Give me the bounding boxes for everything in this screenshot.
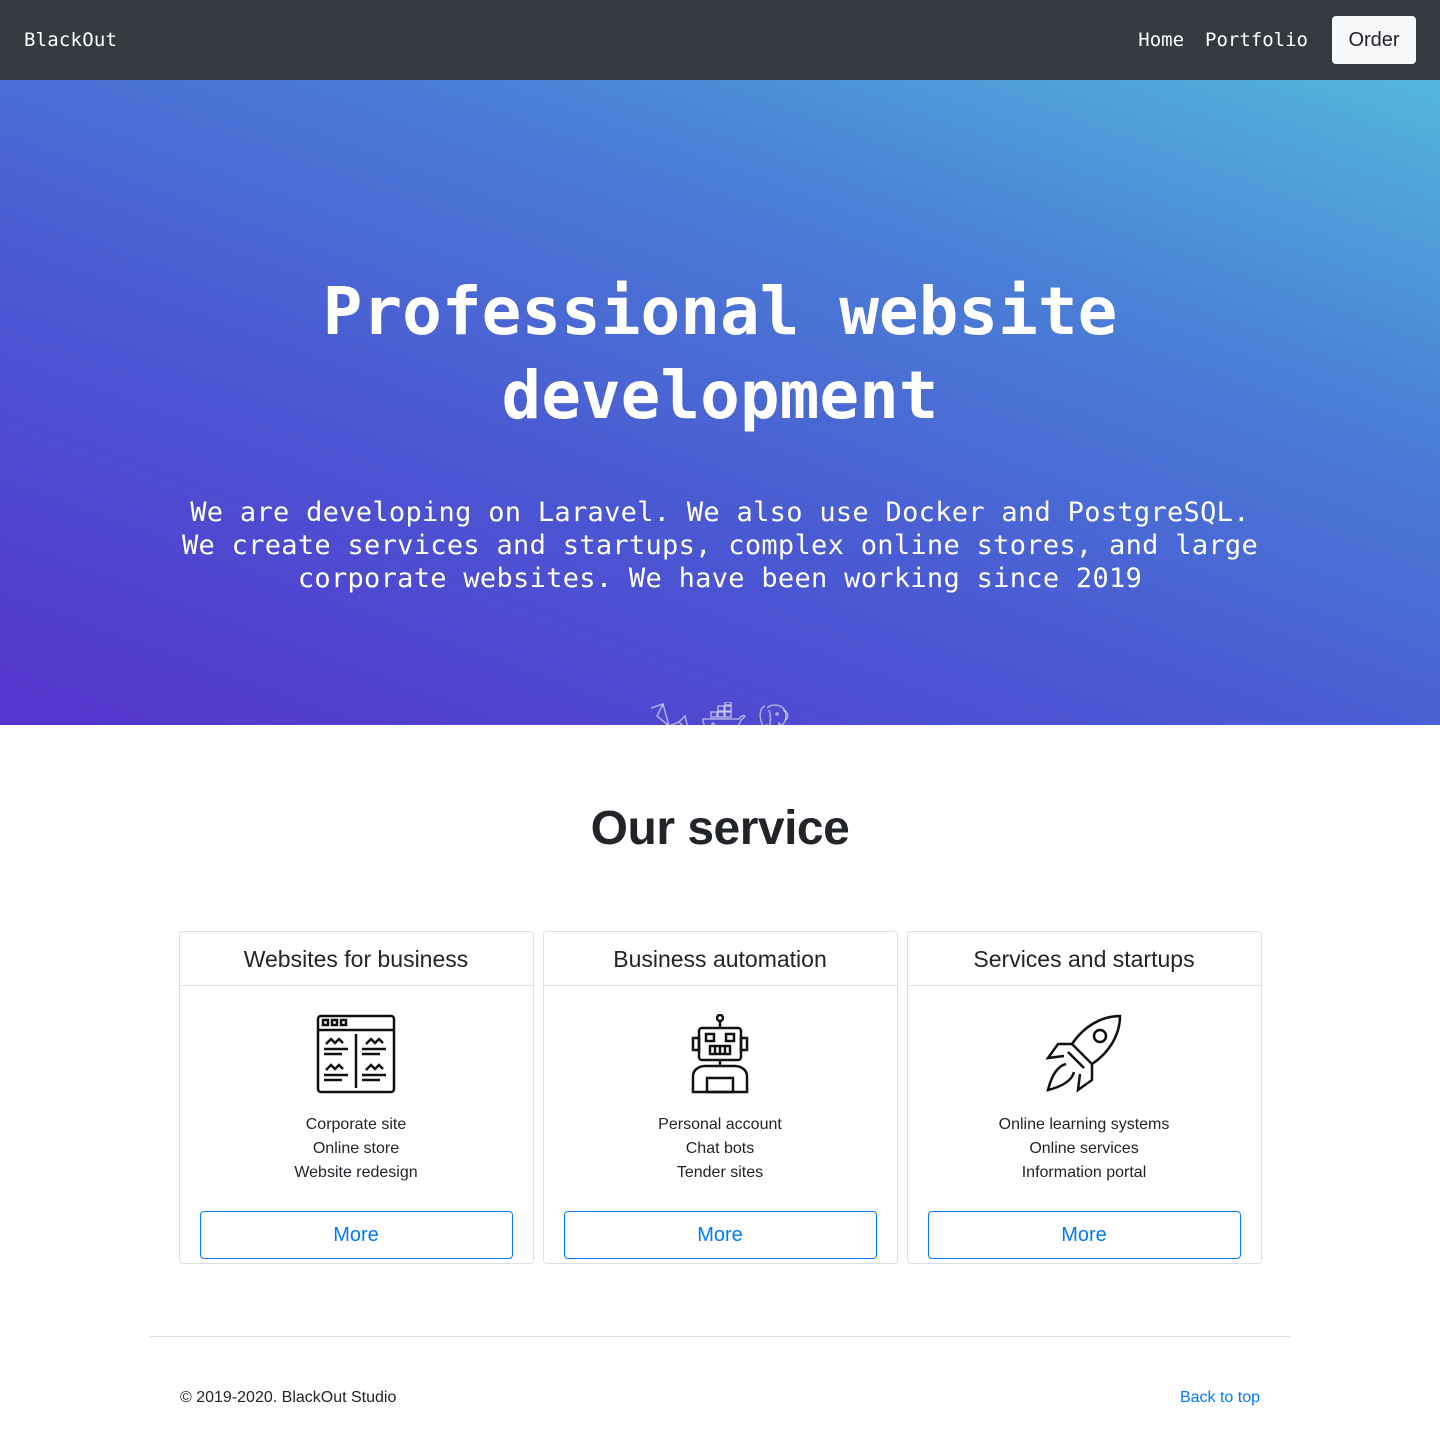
hero-title: Professional website development (322, 273, 1118, 434)
tech-icons (0, 702, 1440, 738)
more-button[interactable]: More (199, 1211, 513, 1259)
list-item: Website redesign (294, 1164, 418, 1181)
service-title: Our service (590, 802, 850, 855)
list-item: Tender sites (676, 1164, 764, 1181)
service-section: Our service Websites for business Corpor… (0, 801, 1440, 1264)
list-item: Personal account (658, 1116, 782, 1133)
list-item: Information portal (1021, 1164, 1147, 1181)
website-layout-icon (180, 1004, 533, 1104)
service-card: Services and startups Online learning sy… (906, 931, 1262, 1264)
footer: © 2019-2020. BlackOut Studio Back to top (180, 1389, 1260, 1407)
laravel-icon (649, 702, 691, 738)
card-feature-list: Personal account Chat bots Tender sites (544, 1113, 897, 1185)
nav-links: Home Portfolio Order (1117, 16, 1416, 64)
back-to-top-link[interactable]: Back to top (1180, 1389, 1260, 1407)
card-title: Business automation (543, 932, 897, 986)
more-button[interactable]: More (927, 1211, 1241, 1259)
list-item: Corporate site (305, 1116, 407, 1133)
brand-link[interactable]: BlackOut (24, 29, 117, 51)
card-feature-list: Online learning systems Online services … (908, 1113, 1261, 1185)
docker-icon (701, 702, 747, 738)
list-item: Online store (312, 1140, 400, 1157)
card-feature-list: Corporate site Online store Website rede… (180, 1113, 533, 1185)
nav-home-link[interactable]: Home (1138, 29, 1184, 51)
rocket-icon (908, 1004, 1261, 1104)
robot-icon (544, 1004, 897, 1104)
footer-divider (150, 1336, 1290, 1337)
list-item: Online learning systems (998, 1116, 1170, 1133)
list-item: Online services (1029, 1140, 1139, 1157)
nav-portfolio-link[interactable]: Portfolio (1205, 29, 1308, 51)
copyright-text: © 2019-2020. BlackOut Studio (180, 1389, 397, 1406)
service-card: Websites for business Corporate site Onl… (178, 931, 534, 1264)
card-title: Services and startups (907, 932, 1261, 986)
order-button[interactable]: Order (1332, 16, 1416, 64)
hero-section: Professional website development We are … (0, 80, 1440, 736)
more-button[interactable]: More (563, 1211, 877, 1259)
list-item: Chat bots (685, 1140, 755, 1157)
navbar: BlackOut Home Portfolio Order (0, 0, 1440, 80)
postgresql-icon (757, 702, 791, 738)
service-card: Business automation Personal account Cha… (542, 931, 898, 1264)
card-title: Websites for business (179, 932, 533, 986)
service-cards: Websites for business Corporate site Onl… (0, 931, 1440, 1264)
hero-description: We are developing on Laravel. We also us… (181, 497, 1259, 594)
